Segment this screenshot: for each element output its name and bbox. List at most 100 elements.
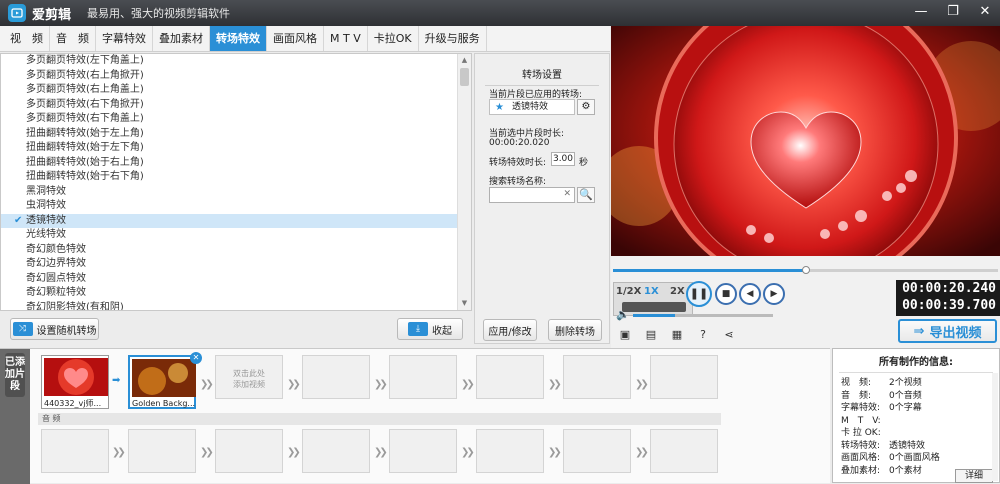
arrow-icon: ❯❯ — [374, 447, 388, 458]
transition-item-label: 多页翻页特效(右下角盖上) — [26, 113, 144, 124]
arrow-icon: ❯❯ — [635, 379, 649, 390]
open-folder-icon[interactable]: ▤ — [643, 328, 659, 342]
audio-slot[interactable] — [41, 429, 109, 473]
info-row: 字幕特效: 0个字幕 — [841, 400, 922, 413]
transition-item-label: 多页翻页特效(右下角掀开) — [26, 98, 144, 110]
empty-slot[interactable] — [476, 355, 544, 399]
audio-slot[interactable] — [389, 429, 457, 473]
settings-title: 转场设置 — [522, 70, 562, 81]
transition-item[interactable]: 虫洞特效 — [1, 199, 471, 214]
info-row: 转场特效: 透镜特效 — [841, 438, 925, 451]
transition-item[interactable]: 奇幻阴影特效(有和阴) — [1, 301, 471, 311]
transition-item[interactable]: 多页翻页特效(右上角掀开) — [1, 69, 471, 84]
transition-item[interactable]: 奇幻颗粒特效 — [1, 286, 471, 301]
transition-item[interactable]: 奇幻圆点特效 — [1, 272, 471, 287]
preview-frame — [611, 26, 1000, 256]
added-clips-tab[interactable]: 已添加片段 — [0, 349, 30, 484]
transition-item[interactable]: 奇幻边界特效 — [1, 257, 471, 272]
new-project-icon[interactable]: ▣ — [617, 328, 633, 342]
transition-item[interactable]: 多页翻页特效(右下角掀开) — [1, 98, 471, 113]
transition-item-label: 奇幻阴影特效(有和阴) — [26, 301, 124, 311]
collapse-button[interactable]: ⤓ 收起 — [397, 318, 463, 340]
empty-slot[interactable] — [389, 355, 457, 399]
info-value: 透镜特效 — [889, 440, 926, 451]
save-icon[interactable]: ▦ — [669, 328, 685, 342]
empty-slot[interactable] — [563, 355, 631, 399]
speed-normal[interactable]: 1X — [644, 286, 659, 297]
tab-8[interactable]: 升级与服务 — [419, 26, 487, 51]
transition-item[interactable]: 奇幻颜色特效 — [1, 243, 471, 258]
transition-item[interactable]: 扭曲翻转特效(始于右下角) — [1, 170, 471, 185]
progress-knob[interactable] — [801, 266, 810, 274]
help-icon[interactable]: ? — [695, 328, 711, 342]
tab-7[interactable]: 卡拉OK — [368, 26, 419, 51]
transition-item[interactable]: 多页翻页特效(左下角盖上) — [1, 54, 471, 69]
close-button[interactable]: ✕ — [976, 3, 994, 21]
stop-button[interactable]: ■ — [715, 283, 737, 305]
audio-slot[interactable] — [128, 429, 196, 473]
share-icon[interactable]: ⋖ — [721, 328, 737, 342]
transition-item[interactable]: 扭曲翻转特效(始于左上角) — [1, 127, 471, 142]
info-row: M T V: — [841, 413, 889, 426]
minimize-button[interactable]: — — [912, 3, 930, 21]
arrow-icon: ❯❯ — [461, 447, 475, 458]
previous-frame-button[interactable]: ◀ — [739, 283, 761, 305]
scroll-down-icon[interactable]: ▼ — [458, 297, 471, 310]
info-value: 0个音频 — [889, 390, 922, 401]
audio-slot[interactable] — [215, 429, 283, 473]
transition-item[interactable]: 扭曲翻转特效(始于右上角) — [1, 156, 471, 171]
tab-6[interactable]: M T V — [324, 26, 368, 51]
transition-item[interactable]: 多页翻页特效(右下角盖上) — [1, 112, 471, 127]
transition-item[interactable]: 多页翻页特效(右上角盖上) — [1, 83, 471, 98]
add-video-slot[interactable]: 双击此处 添加视频 — [215, 355, 283, 399]
play-button[interactable]: ❚❚ — [686, 281, 712, 307]
info-row: 卡 拉 OK: — [841, 425, 889, 438]
transition-item[interactable]: 黑洞特效 — [1, 185, 471, 200]
playback-progress[interactable] — [613, 266, 998, 274]
remove-clip-icon[interactable]: ✕ — [190, 352, 202, 364]
video-preview[interactable] — [611, 26, 1000, 256]
audio-slot[interactable] — [302, 429, 370, 473]
tab-4[interactable]: 转场特效 — [210, 26, 267, 51]
info-key: M T V: — [841, 415, 881, 426]
apply-button[interactable]: 应用/修改 — [483, 319, 537, 341]
list-scrollbar[interactable]: ▲ ▼ — [457, 54, 471, 310]
transition-item[interactable]: ✔ 透镜特效 — [1, 213, 471, 228]
tab-0[interactable]: 视 频 — [4, 26, 50, 51]
clear-icon[interactable]: ✕ — [563, 189, 571, 199]
clip-2[interactable]: Golden Backg... ✕ — [128, 352, 202, 409]
search-input[interactable]: ✕ — [489, 187, 575, 203]
info-scrollbar[interactable] — [992, 373, 998, 481]
empty-slot[interactable] — [650, 355, 718, 399]
next-frame-button[interactable]: ▶ — [763, 283, 785, 305]
maximize-button[interactable]: ❐ — [944, 3, 962, 21]
speed-double[interactable]: 2X — [670, 286, 685, 297]
search-button[interactable]: 🔍 — [577, 187, 595, 203]
transition-item[interactable]: 扭曲翻转特效(始于左下角) — [1, 141, 471, 156]
audio-slot[interactable] — [650, 429, 718, 473]
scroll-up-icon[interactable]: ▲ — [458, 54, 471, 67]
audio-slot[interactable] — [563, 429, 631, 473]
list-button-bar: ⤨ 设置随机转场 ⤓ 收起 — [0, 312, 472, 344]
delete-transition-button[interactable]: 删除转场 — [548, 319, 602, 341]
export-icon: ⇒ — [913, 323, 925, 339]
scroll-thumb[interactable] — [460, 68, 469, 86]
volume-slider[interactable] — [633, 314, 773, 317]
details-button[interactable]: 详细 — [955, 469, 993, 483]
empty-slot[interactable] — [302, 355, 370, 399]
effect-duration-label: 转场特效时长: — [489, 158, 547, 168]
random-transition-button[interactable]: ⤨ 设置随机转场 — [10, 318, 99, 340]
effect-duration-input[interactable]: 3.00 — [551, 152, 575, 166]
export-video-button[interactable]: ⇒ 导出视频 — [898, 319, 997, 343]
audio-slot[interactable] — [476, 429, 544, 473]
effect-settings-button[interactable]: ⚙ — [577, 99, 595, 115]
tab-1[interactable]: 音 频 — [50, 26, 96, 51]
transition-item[interactable]: 光线特效 — [1, 228, 471, 243]
speed-half[interactable]: 1/2X — [616, 286, 641, 297]
volume-icon[interactable]: 🔈 — [615, 308, 631, 322]
speed-slider[interactable] — [622, 302, 686, 312]
tab-3[interactable]: 叠加素材 — [153, 26, 210, 51]
clip-1[interactable]: 440332_vj师... — [41, 355, 109, 409]
tab-5[interactable]: 画面风格 — [267, 26, 324, 51]
tab-2[interactable]: 字幕特效 — [96, 26, 153, 51]
